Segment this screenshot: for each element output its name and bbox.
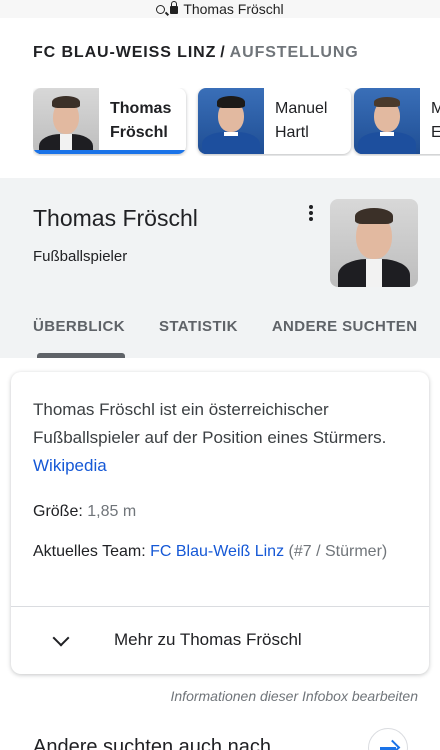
lineup-card-next[interactable]: M E: [354, 88, 440, 154]
panel-subtitle: Fußballspieler: [33, 248, 128, 265]
player-description: Thomas Fröschl ist ein österreichischer …: [33, 396, 413, 480]
address-bar[interactable]: Thomas Fröschl: [0, 0, 440, 18]
address-bar-text: Thomas Fröschl: [183, 1, 284, 17]
breadcrumb-team[interactable]: FC BLAU-WEISS LINZ: [33, 44, 216, 61]
lineup-card-name: Manuel Hartl: [275, 100, 328, 141]
chevron-down-icon: [52, 629, 70, 647]
breadcrumb-separator: /: [220, 44, 226, 61]
player-photo: [354, 88, 420, 154]
search-icon: [156, 4, 166, 14]
panel-photo[interactable]: [330, 199, 418, 287]
player-photo: [33, 88, 99, 154]
fact-value: 1,85 m: [87, 503, 137, 520]
fact-current-team: Aktuelles Team: FC Blau-Weiß Linz (#7 / …: [33, 538, 413, 566]
player-photo: [198, 88, 264, 154]
fact-label: Größe:: [33, 503, 83, 520]
breadcrumb: FC BLAU-WEISS LINZ / AUFSTELLUNG: [33, 44, 359, 62]
tab-overview[interactable]: ÜBERBLICK: [33, 318, 125, 335]
lineup-carousel[interactable]: Thomas Fröschl Manuel Hartl M E: [33, 88, 440, 156]
fact-value: (#7 / Stürmer): [288, 543, 388, 560]
panel-tabs: ÜBERBLICK STATISTIK ANDERE SUCHTEN: [33, 318, 417, 335]
lineup-card-name: M E: [431, 100, 440, 141]
lineup-card-hartl[interactable]: Manuel Hartl: [198, 88, 351, 154]
wikipedia-link[interactable]: Wikipedia: [33, 456, 107, 475]
selected-indicator: [33, 150, 186, 154]
more-about-label: Mehr zu Thomas Fröschl: [114, 630, 302, 649]
related-searches-heading: Andere suchten auch nach: [33, 736, 271, 750]
description-text: Thomas Fröschl ist ein österreichischer …: [33, 400, 387, 447]
breadcrumb-section: AUFSTELLUNG: [229, 44, 359, 61]
active-tab-indicator: [37, 353, 125, 358]
fact-height: Größe: 1,85 m: [33, 498, 413, 526]
fact-label: Aktuelles Team:: [33, 543, 146, 560]
arrow-right-icon[interactable]: [368, 728, 408, 750]
panel-title: Thomas Fröschl: [33, 205, 198, 231]
edit-infobox-link[interactable]: Informationen dieser Infobox bearbeiten: [171, 688, 419, 704]
team-link[interactable]: FC Blau-Weiß Linz: [150, 543, 284, 560]
lineup-card-froeschl[interactable]: Thomas Fröschl: [33, 88, 186, 154]
tab-statistics[interactable]: STATISTIK: [159, 318, 238, 335]
tab-related-searches[interactable]: ANDERE SUCHTEN: [272, 318, 418, 335]
more-options-icon[interactable]: [305, 203, 317, 223]
lock-icon: [170, 1, 179, 14]
info-card: Thomas Fröschl ist ein österreichischer …: [11, 372, 429, 674]
lineup-card-name: Thomas Fröschl: [110, 100, 172, 141]
more-about-button[interactable]: Mehr zu Thomas Fröschl: [11, 606, 429, 674]
